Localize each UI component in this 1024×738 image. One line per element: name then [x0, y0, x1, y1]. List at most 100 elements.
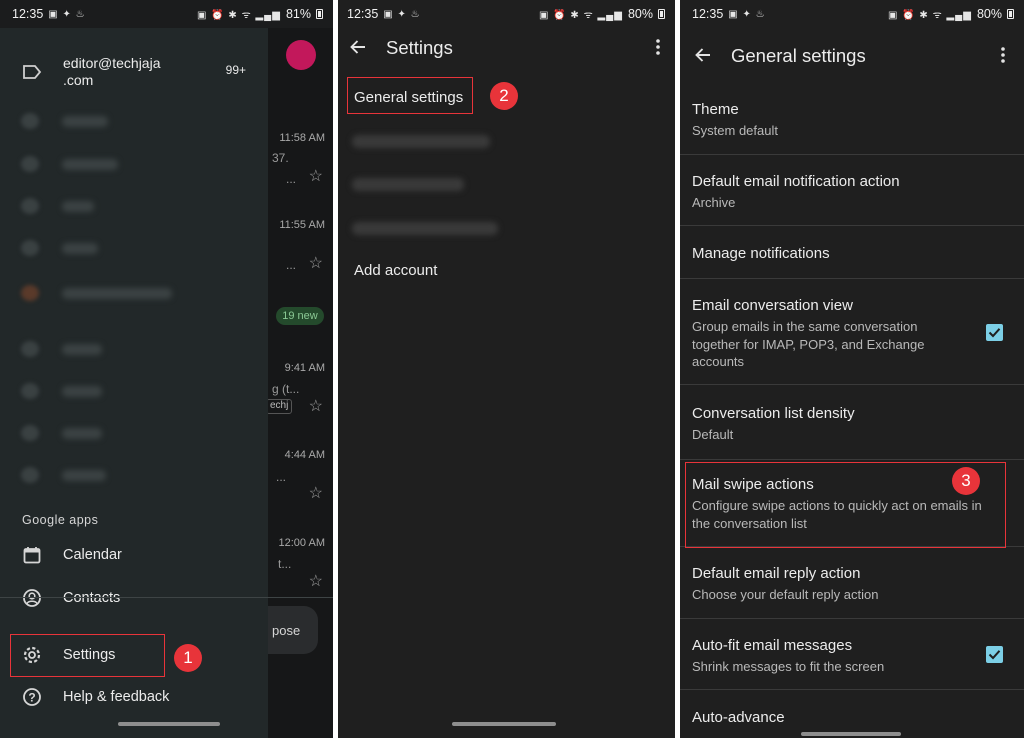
setting-title: Manage notifications — [692, 245, 830, 262]
setting-title: Default email notification action — [692, 173, 900, 190]
battery-icon — [1007, 9, 1014, 19]
battery-icon — [316, 9, 323, 19]
setting-subtitle: Group emails in the same conversation to… — [692, 319, 925, 369]
drawer-item-help-feedback[interactable]: ? Help & feedback — [0, 677, 268, 717]
highlight-box-settings — [10, 634, 165, 677]
notification-icons: ▣ ✦ ♨ — [383, 8, 421, 20]
page-title: Settings — [386, 37, 453, 58]
gesture-nav-bar[interactable] — [452, 722, 556, 726]
setting-subtitle: Default — [692, 427, 734, 442]
setting-subtitle: System default — [692, 123, 778, 138]
system-status-icons: ▣ ⏰ ✱ ᯤ ▂▄▆ — [887, 10, 972, 21]
account-email: editor@techjaja .com — [63, 55, 161, 88]
battery-percent: 80% — [976, 7, 1002, 21]
navigation-drawer: editor@techjaja .com 99+ Google apps Cal… — [0, 28, 268, 738]
more-vert-icon[interactable] — [655, 38, 661, 61]
more-vert-icon[interactable] — [1000, 46, 1006, 69]
drawer-item-calendar[interactable]: Calendar — [0, 535, 268, 575]
page-title: General settings — [731, 45, 866, 66]
gesture-nav-bar[interactable] — [118, 722, 220, 726]
drawer-item-label: Contacts — [63, 590, 121, 606]
setting-subtitle: Choose your default reply action — [692, 587, 879, 602]
phone-screen-general-settings: 12:35 ▣ ✦ ♨ ▣ ⏰ ✱ ᯤ ▂▄▆ 80% General settin… — [680, 0, 1024, 738]
setting-subtitle: Shrink messages to fit the screen — [692, 659, 885, 674]
setting-title: Email conversation view — [692, 297, 853, 314]
message-snippet: ... — [286, 258, 297, 272]
message-time: 12:00 AM — [278, 537, 325, 549]
label-chip: echj — [266, 399, 293, 414]
conversation-view-checkbox[interactable] — [986, 324, 1003, 341]
drawer-item-contacts[interactable]: Contacts — [0, 578, 268, 618]
setting-manage-notifications[interactable]: Manage notifications — [680, 226, 1024, 279]
message-snippet: t... — [278, 557, 292, 571]
google-apps-section-label: Google apps — [22, 513, 99, 527]
setting-title: Auto-advance — [692, 709, 785, 726]
drawer-item-label: Help & feedback — [63, 689, 170, 705]
highlight-box-general-settings — [347, 77, 473, 114]
label-tag-icon — [22, 64, 42, 85]
message-snippet: ... — [276, 470, 287, 484]
message-time: 11:55 AM — [279, 219, 325, 231]
step-badge-3: 3 — [952, 467, 980, 495]
setting-default-reply-action[interactable]: Default email reply action Choose your d… — [680, 547, 1024, 619]
message-time: 4:44 AM — [284, 449, 325, 461]
back-arrow-icon[interactable] — [693, 45, 713, 70]
new-messages-badge: 19 new — [276, 307, 324, 325]
gesture-nav-bar[interactable] — [801, 732, 901, 736]
notification-icons: ▣ ✦ ♨ — [48, 8, 86, 20]
back-arrow-icon[interactable] — [348, 37, 368, 62]
calendar-icon — [0, 545, 63, 565]
status-time: 12:35 — [347, 7, 379, 21]
phone-screen-drawer: 12:35 ▣ ✦ ♨ ▣ ⏰ ✱ ᯤ ▂▄▆ 81% 11:58 AM 37. .… — [0, 0, 333, 738]
status-bar: 12:35 ▣ ✦ ♨ ▣ ⏰ ✱ ᯤ ▂▄▆ 80% — [680, 0, 1024, 28]
phone-screen-settings: 12:35 ▣ ✦ ♨ ▣ ⏰ ✱ ᯤ ▂▄▆ 80% Settings Gener… — [338, 0, 675, 738]
checkmark-icon — [988, 328, 1001, 338]
setting-email-conversation-view[interactable]: Email conversation view Group emails in … — [680, 279, 1024, 385]
setting-subtitle: Archive — [692, 195, 736, 210]
account-label-row[interactable]: editor@techjaja .com 99+ — [0, 52, 268, 104]
message-time: 11:58 AM — [279, 132, 325, 144]
setting-default-notification-action[interactable]: Default email notification action Archiv… — [680, 155, 1024, 226]
status-bar: 12:35 ▣ ✦ ♨ ▣ ⏰ ✱ ᯤ ▂▄▆ 80% — [338, 0, 675, 28]
star-icon[interactable]: ☆ — [309, 166, 323, 186]
star-icon[interactable]: ☆ — [309, 253, 323, 273]
compose-button[interactable]: pose — [268, 606, 318, 654]
setting-auto-fit-messages[interactable]: Auto-fit email messages Shrink messages … — [680, 619, 1024, 690]
help-icon: ? — [0, 687, 63, 707]
setting-title: Default email reply action — [692, 565, 861, 582]
tutorial-screenshot: 12:35 ▣ ✦ ♨ ▣ ⏰ ✱ ᯤ ▂▄▆ 81% 11:58 AM 37. .… — [0, 0, 1024, 738]
battery-percent: 81% — [285, 7, 311, 21]
step-badge-1: 1 — [174, 644, 202, 672]
setting-title: Auto-fit email messages — [692, 637, 853, 654]
star-icon[interactable]: ☆ — [309, 571, 323, 591]
star-icon[interactable]: ☆ — [309, 396, 323, 416]
message-snippet: ... — [286, 172, 297, 186]
setting-theme[interactable]: Theme System default — [680, 88, 1024, 155]
message-snippet: g (t... — [272, 382, 300, 396]
unread-count: 99+ — [225, 63, 246, 77]
redacted-account-email[interactable] — [352, 222, 498, 235]
setting-conversation-list-density[interactable]: Conversation list density Default — [680, 385, 1024, 460]
battery-percent: 80% — [627, 7, 653, 21]
step-badge-2: 2 — [490, 82, 518, 110]
message-time: 9:41 AM — [284, 362, 325, 374]
message-snippet: 37. — [272, 151, 289, 165]
status-time: 12:35 — [12, 7, 44, 21]
status-bar: 12:35 ▣ ✦ ♨ ▣ ⏰ ✱ ᯤ ▂▄▆ 81% — [0, 0, 333, 28]
setting-auto-advance[interactable]: Auto-advance — [680, 690, 1024, 738]
settings-item-add-account[interactable]: Add account — [354, 262, 437, 279]
svg-text:?: ? — [28, 691, 35, 705]
redacted-account-email[interactable] — [352, 135, 490, 148]
setting-title: Theme — [692, 101, 739, 118]
checkmark-icon — [988, 650, 1001, 660]
system-status-icons: ▣ ⏰ ✱ ᯤ ▂▄▆ — [196, 10, 281, 21]
battery-icon — [658, 9, 665, 19]
auto-fit-checkbox[interactable] — [986, 646, 1003, 663]
star-icon[interactable]: ☆ — [309, 483, 323, 503]
compose-label: pose — [272, 622, 301, 638]
drawer-divider — [0, 597, 333, 598]
setting-title: Conversation list density — [692, 405, 855, 422]
avatar[interactable] — [286, 40, 316, 70]
app-bar: Settings — [338, 28, 675, 66]
redacted-account-email[interactable] — [352, 178, 464, 191]
